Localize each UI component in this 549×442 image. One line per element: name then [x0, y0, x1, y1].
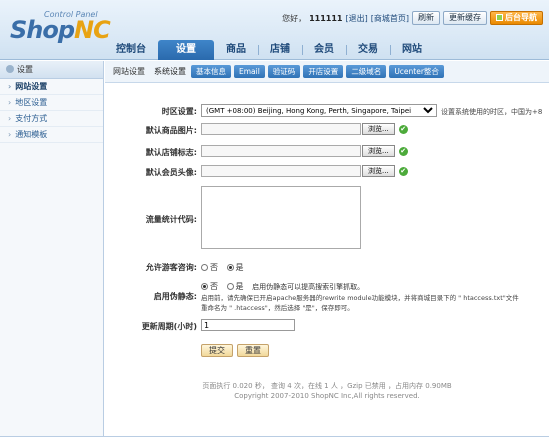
footer: 页面执行 0.020 秒， 查询 4 次，在线 1 人 ，Gzip 已禁用 ，占… [105, 381, 549, 401]
product-image-browse-button[interactable]: 浏览... [362, 123, 395, 135]
timezone-label: 时区设置: [161, 107, 197, 116]
product-image-label: 默认商品图片: [145, 126, 197, 135]
member-avatar-browse-button[interactable]: 浏览... [362, 165, 395, 177]
breadcrumb[interactable]: 网站设置 [113, 66, 145, 77]
sidebar-item-payment-methods[interactable]: 支付方式 [0, 111, 103, 127]
stat-code-label: 流量统计代码: [145, 215, 197, 224]
stat-code-textarea[interactable] [201, 186, 361, 249]
member-avatar-input[interactable] [201, 165, 361, 177]
tab-store-open[interactable]: 开店设置 [303, 65, 344, 78]
home-icon [496, 14, 503, 21]
timezone-select[interactable]: (GMT +08:00) Beijing, Hong Kong, Perth, … [201, 104, 437, 117]
update-cycle-input[interactable] [201, 319, 295, 331]
nav-settings[interactable]: 设置 [158, 40, 214, 60]
sidebar: 设置 网站设置 地区设置 支付方式 通知模板 [0, 61, 104, 436]
logo: ShopNC [10, 16, 111, 44]
store-logo-label: 默认店铺标志: [145, 148, 197, 157]
footer-stats: 页面执行 0.020 秒， 查询 4 次，在线 1 人 ，Gzip 已禁用 ，占… [202, 382, 452, 390]
product-image-input[interactable] [201, 123, 361, 135]
member-avatar-label: 默认会员头像: [145, 168, 197, 177]
timezone-hint: 设置系统使用的时区，中国为+8 [441, 108, 543, 116]
username: 111111 [309, 13, 343, 23]
sidebar-header: 设置 [0, 61, 103, 79]
bottom-border [0, 436, 549, 442]
admin-nav-label: 后台导航 [505, 13, 537, 22]
footer-copyright: Copyright 2007-2010 ShopNC Inc,All right… [234, 392, 420, 400]
tab-email[interactable]: Email [234, 65, 265, 78]
main-nav: 控制台 设置 商品 店铺 会员 交易 网站 [104, 38, 434, 60]
check-icon: ✔ [398, 166, 408, 176]
greeting-text: 您好， [282, 13, 307, 23]
shop-home-link[interactable]: [商城首页] [371, 13, 409, 24]
sidebar-item-region-settings[interactable]: 地区设置 [0, 95, 103, 111]
check-icon: ✔ [398, 146, 408, 156]
sidebar-item-site-settings[interactable]: 网站设置 [0, 79, 103, 95]
pseudo-static-row: 启用伪静态: 否 是 启用伪静态可以提高搜索引擎抓取。 启用前，请先确保已开启a… [105, 280, 549, 314]
check-icon: ✔ [398, 124, 408, 134]
guest-consult-no-radio[interactable] [201, 264, 208, 271]
admin-nav-button[interactable]: 后台导航 [490, 11, 543, 25]
nav-stores[interactable]: 店铺 [258, 40, 302, 60]
logo-main: Shop [10, 16, 75, 44]
sidebar-item-notify-templates[interactable]: 通知模板 [0, 127, 103, 143]
refresh-button[interactable]: 刷新 [412, 11, 440, 25]
submit-button[interactable]: 提交 [201, 344, 233, 357]
gear-icon [6, 65, 14, 73]
current-section: 系统设置 [154, 67, 186, 76]
logout-link[interactable]: [退出] [346, 13, 368, 24]
guest-consult-label: 允许游客咨询: [145, 263, 197, 272]
update-cache-button[interactable]: 更新缓存 [443, 11, 487, 25]
tab-ucenter[interactable]: Ucenter整合 [389, 65, 444, 78]
pseudo-static-yes-radio[interactable] [226, 283, 234, 290]
member-avatar-row: 默认会员头像: 浏览... ✔ [105, 165, 549, 179]
guest-consult-row: 允许游客咨询: 否 是 [105, 261, 549, 273]
store-logo-input[interactable] [201, 145, 361, 157]
header: Control Panel ShopNC 您好， 111111 [退出] [商城… [0, 0, 549, 60]
pseudo-static-hint-3: 重命名为 " .htaccess"，然后选择 "是"，保存即可。 [201, 304, 354, 312]
subtab-bar: 网站设置 系统设置 基本信息 Email 验证码 开店设置 二级域名 Ucent… [105, 61, 549, 83]
guest-consult-yes-label: 是 [235, 263, 244, 272]
nav-members[interactable]: 会员 [302, 40, 346, 60]
guest-consult-no-label: 否 [210, 263, 218, 272]
pseudo-static-yes-label: 是 [235, 282, 244, 291]
nav-trades[interactable]: 交易 [346, 40, 390, 60]
reset-button[interactable]: 重置 [237, 344, 269, 357]
pseudo-static-no-label: 否 [210, 282, 218, 291]
form-actions: 提交 重置 [105, 344, 549, 358]
tab-captcha[interactable]: 验证码 [267, 65, 301, 78]
topbar: 您好， 111111 [退出] [商城首页] 刷新 更新缓存 后台导航 [282, 11, 543, 25]
pseudo-static-label: 启用伪静态: [153, 292, 197, 301]
update-cycle-row: 更新周期(小时) [105, 319, 549, 333]
main-content: 网站设置 系统设置 基本信息 Email 验证码 开店设置 二级域名 Ucent… [105, 61, 549, 436]
stat-code-row: 流量统计代码: [105, 186, 549, 252]
pseudo-static-hint-1: 启用伪静态可以提高搜索引擎抓取。 [252, 283, 365, 291]
pseudo-static-no-radio[interactable] [201, 283, 208, 290]
tab-basic-info[interactable]: 基本信息 [191, 65, 231, 78]
update-cycle-label: 更新周期(小时) [141, 322, 197, 331]
store-logo-row: 默认店铺标志: 浏览... ✔ [105, 145, 549, 159]
pseudo-static-hint-2: 启用前，请先确保已开启apache服务器的rewrite module功能模块，… [201, 294, 519, 302]
sidebar-header-label: 设置 [17, 65, 33, 74]
nav-dashboard[interactable]: 控制台 [104, 40, 158, 60]
nav-products[interactable]: 商品 [214, 40, 258, 60]
store-logo-browse-button[interactable]: 浏览... [362, 145, 395, 157]
timezone-row: 时区设置: (GMT +08:00) Beijing, Hong Kong, P… [105, 104, 549, 118]
nav-website[interactable]: 网站 [390, 40, 434, 60]
guest-consult-yes-radio[interactable] [226, 264, 234, 271]
product-image-row: 默认商品图片: 浏览... ✔ [105, 123, 549, 137]
tab-subdomain[interactable]: 二级域名 [346, 65, 387, 78]
